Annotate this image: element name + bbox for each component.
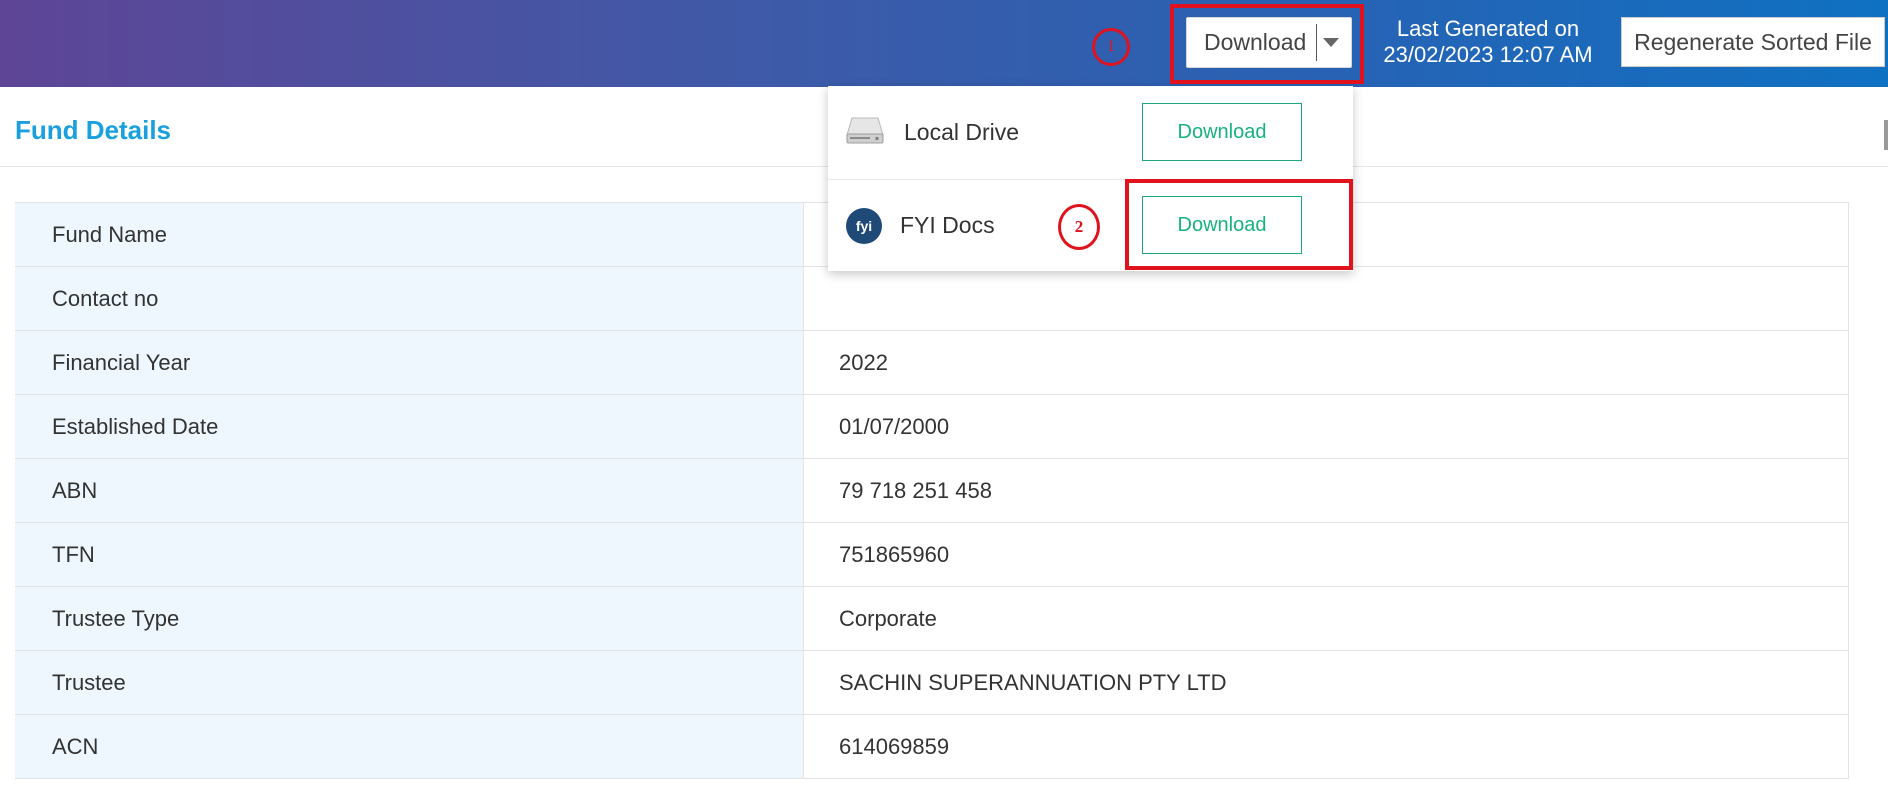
local-drive-download-button[interactable]: Download: [1142, 103, 1302, 161]
last-generated-label: Last Generated on: [1396, 16, 1580, 41]
local-drive-label: Local Drive: [904, 119, 1020, 145]
fyi-logo-icon: fyi: [846, 207, 882, 244]
scrollbar[interactable]: [1884, 120, 1888, 150]
row-label: Fund Name: [15, 203, 804, 266]
row-value: Corporate: [804, 587, 1849, 650]
top-toolbar: Download Last Generated on 23/02/2023 12…: [0, 0, 1888, 87]
table-row: ACN 614069859: [15, 714, 1849, 779]
annotation-marker-1: 1: [1092, 28, 1130, 66]
row-label: Trustee: [15, 651, 804, 714]
row-value: 2022: [804, 331, 1849, 394]
dropdown-item-local-drive[interactable]: Local Drive Download: [828, 86, 1353, 180]
row-value: 614069859: [804, 715, 1849, 778]
row-value: 79 718 251 458: [804, 459, 1849, 522]
row-label: Financial Year: [15, 331, 804, 394]
annotation-box-2: [1125, 179, 1353, 270]
table-row: Financial Year 2022: [15, 330, 1849, 394]
table-row: Established Date 01/07/2000: [15, 394, 1849, 458]
page-title: Fund Details: [15, 115, 172, 145]
table-row: Trustee SACHIN SUPERANNUATION PTY LTD: [15, 650, 1849, 714]
annotation-box-1: [1170, 4, 1364, 84]
last-generated-text: Last Generated on 23/02/2023 12:07 AM: [1378, 16, 1598, 68]
row-value: [804, 267, 1849, 330]
table-row: Contact no: [15, 266, 1849, 330]
table-row: ABN 79 718 251 458: [15, 458, 1849, 522]
annotation-marker-2: 2: [1058, 204, 1100, 250]
hard-drive-icon: [846, 115, 884, 150]
row-label: Established Date: [15, 395, 804, 458]
last-generated-timestamp: 23/02/2023 12:07 AM: [1383, 42, 1593, 67]
regenerate-sorted-file-button[interactable]: Regenerate Sorted File: [1621, 17, 1885, 67]
row-label: Contact no: [15, 267, 804, 330]
table-row: Trustee Type Corporate: [15, 586, 1849, 650]
fund-details-table: Fund Name Contact no Financial Year 2022…: [15, 202, 1849, 779]
fyi-docs-label: FYI Docs: [900, 212, 995, 238]
row-label: TFN: [15, 523, 804, 586]
row-value: SACHIN SUPERANNUATION PTY LTD: [804, 651, 1849, 714]
table-row: TFN 751865960: [15, 522, 1849, 586]
row-label: Trustee Type: [15, 587, 804, 650]
row-value: 01/07/2000: [804, 395, 1849, 458]
row-value: 751865960: [804, 523, 1849, 586]
row-label: ABN: [15, 459, 804, 522]
row-label: ACN: [15, 715, 804, 778]
